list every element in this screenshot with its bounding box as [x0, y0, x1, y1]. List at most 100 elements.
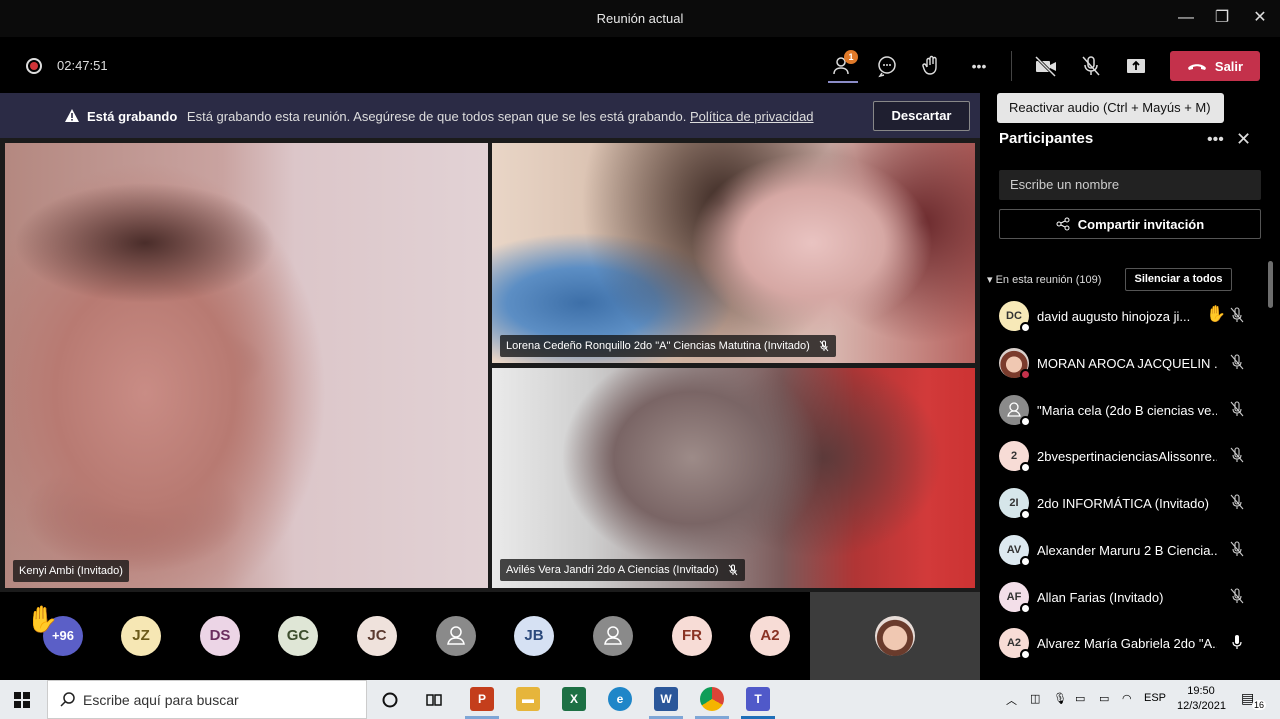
participant-name: Lorena Cedeño Ronquillo 2do "A" Ciencias… — [506, 340, 810, 352]
mic-toggle-button[interactable] — [1078, 53, 1104, 79]
participant-avatar[interactable] — [593, 616, 633, 656]
participant-row[interactable]: DC david augusto hinojoza ji... ✋ — [999, 299, 1261, 335]
task-view-icon[interactable] — [425, 691, 443, 709]
participant-avatar[interactable]: JZ — [121, 616, 161, 656]
camera-tray-icon[interactable]: ▭ — [1075, 692, 1085, 705]
participant-name: 2bvespertinacienciasAlissonre... — [1037, 449, 1217, 464]
participant-initials: DC — [1006, 310, 1022, 322]
word-icon[interactable]: W — [654, 687, 678, 711]
window-titlebar: Reunión actual — ❐ ✕ — [0, 0, 1280, 37]
participant-avatar[interactable]: DS — [200, 616, 240, 656]
participant-avatar[interactable]: A2 — [750, 616, 790, 656]
participant-row[interactable]: AV Alexander Maruru 2 B Ciencia... — [999, 533, 1261, 569]
battery-icon[interactable]: ▭ — [1099, 692, 1109, 705]
chat-button[interactable] — [874, 53, 900, 79]
mic-off-icon[interactable] — [1229, 307, 1245, 323]
share-screen-icon — [1127, 59, 1145, 73]
panel-more-button[interactable]: ••• — [1207, 131, 1224, 149]
participant-row[interactable]: A2 Alvarez María Gabriela 2do "A... — [999, 626, 1261, 662]
video-tile[interactable]: Avilés Vera Jandri 2do A Ciencias (Invit… — [492, 368, 975, 588]
video-tile[interactable]: Kenyi Ambi (Invitado) — [5, 143, 488, 588]
participant-initials: A2 — [1006, 637, 1022, 649]
raise-hand-button[interactable] — [919, 53, 945, 79]
minimize-button[interactable]: — — [1176, 8, 1196, 28]
dismiss-button[interactable]: Descartar — [873, 101, 970, 131]
clock-time: 19:50 — [1187, 685, 1215, 697]
mic-off-icon[interactable] — [1229, 401, 1245, 417]
mute-all-button[interactable]: Silenciar a todos — [1125, 268, 1232, 291]
participant-row[interactable]: MORAN AROCA JACQUELIN ... — [999, 346, 1261, 382]
windows-taskbar: Escribe aquí para buscar P ▬ X e W T ︿ ◫… — [0, 680, 1280, 719]
mic-off-icon[interactable] — [1229, 588, 1245, 604]
participant-avatar[interactable]: GC — [278, 616, 318, 656]
mic-off-icon[interactable] — [1229, 447, 1245, 463]
maximize-button[interactable]: ❐ — [1212, 8, 1232, 28]
taskbar-search-input[interactable]: Escribe aquí para buscar — [47, 680, 367, 719]
video-name-label: Avilés Vera Jandri 2do A Ciencias (Invit… — [500, 559, 745, 581]
participant-avatar[interactable]: JC — [357, 616, 397, 656]
windows-start-icon[interactable] — [14, 692, 30, 708]
language-indicator[interactable]: ESP — [1144, 692, 1166, 704]
meet-now-icon[interactable]: ◫ — [1030, 692, 1040, 705]
share-screen-button[interactable] — [1123, 53, 1149, 79]
participant-avatar[interactable]: JB — [514, 616, 554, 656]
person-icon — [604, 626, 622, 645]
mic-off-icon — [728, 564, 737, 576]
mic-off-icon — [1082, 56, 1100, 76]
more-actions-button[interactable]: ••• — [966, 53, 992, 79]
mic-off-icon[interactable] — [1229, 494, 1245, 510]
video-tile[interactable]: Lorena Cedeño Ronquillo 2do "A" Ciencias… — [492, 143, 975, 363]
participant-row[interactable]: 2 2bvespertinacienciasAlissonre... — [999, 439, 1261, 475]
share-invite-button[interactable]: Compartir invitación — [999, 209, 1261, 239]
video-name-label: Kenyi Ambi (Invitado) — [13, 560, 129, 582]
cortana-icon[interactable] — [381, 691, 399, 709]
privacy-policy-link[interactable]: Política de privacidad — [690, 109, 814, 124]
participant-initials: AF — [1006, 591, 1022, 603]
microphone-tray-icon[interactable]: 🎙 — [1053, 692, 1067, 705]
camera-off-icon — [1034, 55, 1057, 78]
teams-icon[interactable]: T — [746, 687, 770, 711]
show-hidden-icons-button[interactable]: ︿ — [1006, 692, 1017, 708]
panel-scrollbar[interactable] — [1268, 261, 1273, 308]
presence-status-icon — [1020, 369, 1031, 380]
mic-off-icon — [819, 340, 829, 352]
panel-close-button[interactable]: ✕ — [1236, 129, 1251, 150]
self-video-tile[interactable] — [810, 592, 980, 680]
close-window-button[interactable]: ✕ — [1250, 8, 1270, 28]
presence-status-icon — [1020, 556, 1031, 567]
participant-avatar: 2I — [999, 488, 1031, 520]
participant-row[interactable]: 2I 2do INFORMÁTICA (Invitado) — [999, 486, 1261, 522]
participant-row[interactable]: "Maria cela (2do B ciencias ve... — [999, 393, 1261, 429]
wifi-icon[interactable]: ◠ — [1122, 692, 1132, 705]
search-icon — [60, 692, 75, 707]
mic-on-icon[interactable] — [1229, 634, 1245, 650]
participant-search-input[interactable]: Escribe un nombre — [999, 170, 1261, 200]
chrome-icon[interactable] — [700, 687, 724, 711]
edge-icon[interactable]: e — [608, 687, 632, 711]
hand-icon — [922, 55, 937, 75]
taskbar-clock[interactable]: 19:50 12/3/2021 — [1177, 684, 1226, 714]
mic-off-icon[interactable] — [1229, 541, 1245, 557]
participant-avatar[interactable]: FR — [672, 616, 712, 656]
mic-off-icon[interactable] — [1229, 354, 1245, 370]
participants-button[interactable]: 1 — [830, 50, 858, 79]
participant-avatar: DC — [999, 301, 1031, 333]
toolbar-divider — [1011, 51, 1012, 81]
in-meeting-section-toggle[interactable]: ▾ En esta reunión (109) — [987, 273, 1101, 286]
panel-title: Participantes — [999, 130, 1094, 147]
leave-button[interactable]: Salir — [1170, 51, 1260, 81]
file-explorer-icon[interactable]: ▬ — [516, 687, 540, 711]
excel-icon[interactable]: X — [562, 687, 586, 711]
participant-avatar[interactable] — [436, 616, 476, 656]
participant-initials: 2 — [1010, 450, 1018, 462]
participant-row[interactable]: AF Allan Farias (Invitado) — [999, 580, 1261, 616]
camera-toggle-button[interactable] — [1033, 53, 1059, 79]
presence-status-icon — [1020, 603, 1031, 614]
participant-name: Alvarez María Gabriela 2do "A... — [1037, 636, 1217, 651]
presence-status-icon — [1020, 509, 1031, 520]
active-tab-underline — [828, 81, 858, 83]
participant-name: Allan Farias (Invitado) — [1037, 590, 1164, 605]
powerpoint-icon[interactable]: P — [470, 687, 494, 711]
share-invite-label: Compartir invitación — [1077, 216, 1205, 232]
participants-badge: 1 — [844, 50, 858, 64]
